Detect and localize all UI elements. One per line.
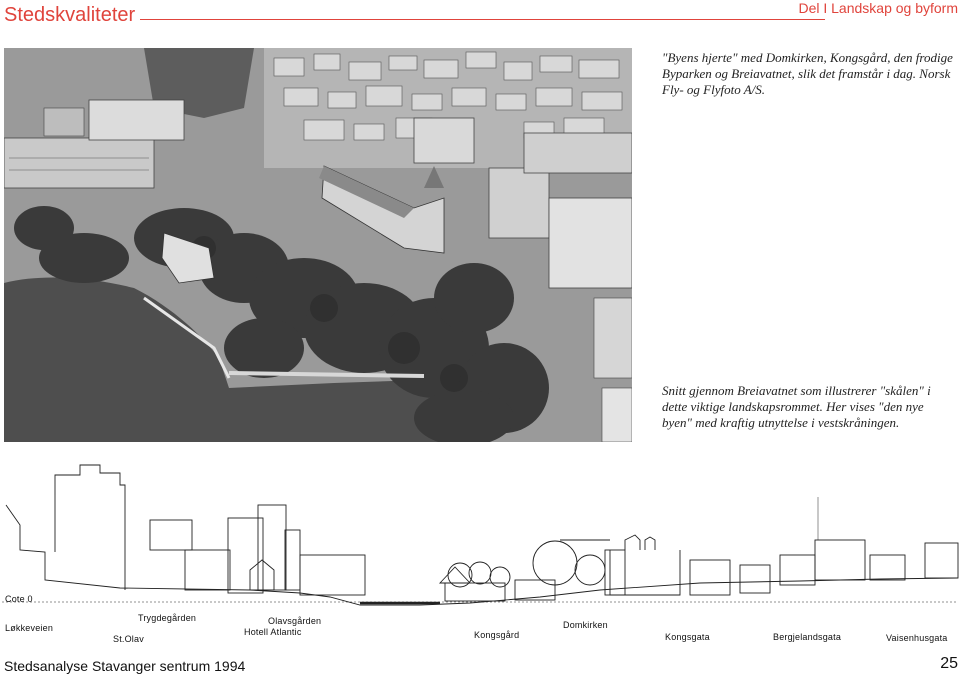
label-olavsgarden: Olavsgården [268,616,322,626]
aerial-photo-drawing [4,48,632,442]
label-trygdegarden: Trygdegården [138,613,197,623]
label-cote: Cote 0 [5,594,33,604]
header-rule [140,19,825,20]
page-header-title: Stedskvaliteter [4,4,136,26]
label-kongsgata: Kongsgata [665,632,710,642]
label-st-olav: St.Olav [113,634,144,644]
footer-publication: Stedsanalyse Stavanger sentrum 1994 [4,658,246,674]
label-vaisenhusgata: Vaisenhusgata [886,633,948,643]
page-number: 25 [940,655,958,672]
page-header-section: Del I Landskap og byform [798,0,958,16]
label-domkirken: Domkirken [563,620,608,630]
label-kongsgard: Kongsgård [474,630,520,640]
label-lokkeveien: Løkkeveien [5,623,54,633]
label-bergjelandsgata: Bergjelandsgata [773,632,842,642]
photo-caption: "Byens hjerte" med Domkirken, Kongsgård,… [662,50,953,97]
section-drawing-lines [2,464,959,606]
section-caption: Snitt gjennom Breiavatnet som illustrere… [662,383,931,430]
aerial-photo [4,48,632,442]
label-hotell-atlantic: Hotell Atlantic [244,627,302,637]
section-drawing: Cote 0 Løkkeveien St.Olav Trygdegården H… [0,455,960,655]
